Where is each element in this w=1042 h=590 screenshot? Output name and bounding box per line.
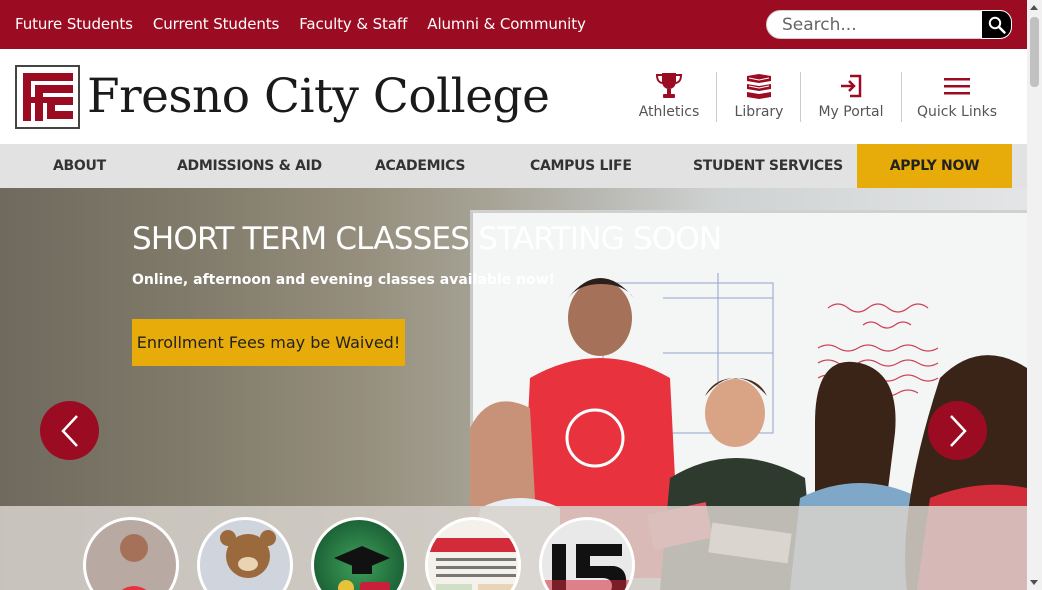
scroll-down-arrow-icon[interactable] <box>1030 580 1038 585</box>
faculty-staff-link[interactable]: Faculty & Staff <box>299 15 407 33</box>
library-label: Library <box>734 104 784 120</box>
instructor-thumbnail-image <box>120 534 148 590</box>
hero-subtitle: Online, afternoon and evening classes av… <box>132 272 555 288</box>
scroll-up-arrow-icon[interactable] <box>1030 5 1038 10</box>
books-icon <box>747 74 771 99</box>
nav-admissions-aid[interactable]: ADMISSIONS & AID <box>177 144 322 188</box>
trophy-icon <box>655 73 683 98</box>
page-scrollbar[interactable] <box>1027 0 1042 590</box>
library-link[interactable]: Library <box>731 71 787 126</box>
college-name[interactable]: Fresno City College <box>87 69 550 124</box>
future-students-link[interactable]: Future Students <box>15 15 133 33</box>
hero-slider: SHORT TERM CLASSES STARTING SOON Online,… <box>0 188 1027 590</box>
nav-student-services[interactable]: STUDENT SERVICES <box>693 144 843 188</box>
previous-slide-button[interactable] <box>40 401 99 460</box>
athletics-label: Athletics <box>638 104 700 120</box>
enrollment-fees-button[interactable]: Enrollment Fees may be Waived! <box>132 319 405 366</box>
utility-bar: Future Students Current Students Faculty… <box>0 0 1027 49</box>
fifteen-units-graphic <box>542 544 632 590</box>
nav-about[interactable]: ABOUT <box>53 144 106 188</box>
college-logo[interactable] <box>15 65 80 129</box>
search-icon <box>988 16 1006 34</box>
quick-links-label: Quick Links <box>917 104 998 120</box>
quick-links-menu[interactable]: Quick Links <box>917 71 997 126</box>
shuttle-stop-flyer-image <box>428 538 518 590</box>
athletics-link[interactable]: Athletics <box>636 71 702 126</box>
scrollbar-thumb[interactable] <box>1030 17 1039 87</box>
my-portal-label: My Portal <box>818 104 884 120</box>
search-input[interactable] <box>766 10 982 39</box>
apply-now-button[interactable]: APPLY NOW <box>857 144 1012 188</box>
current-students-link[interactable]: Current Students <box>153 15 279 33</box>
chevron-right-icon <box>949 414 967 447</box>
graduation-cap-icon <box>334 546 390 590</box>
hero-title: SHORT TERM CLASSES STARTING SOON <box>132 221 722 257</box>
nav-academics[interactable]: ACADEMICS <box>375 144 465 188</box>
divider <box>800 72 801 122</box>
divider <box>901 72 902 122</box>
search-box <box>766 10 1012 39</box>
fcc-monogram-icon <box>23 73 73 121</box>
main-nav: ABOUT ADMISSIONS & AID ACADEMICS CAMPUS … <box>0 144 1027 188</box>
ram-mascot-image <box>220 530 276 578</box>
audience-nav: Future Students Current Students Faculty… <box>15 15 606 33</box>
hamburger-menu-icon <box>944 78 970 95</box>
chevron-left-icon <box>60 414 78 447</box>
nav-campus-life[interactable]: CAMPUS LIFE <box>530 144 632 188</box>
search-button[interactable] <box>981 10 1012 39</box>
site-header: Fresno City College Athletics Library My… <box>0 49 1027 144</box>
my-portal-link[interactable]: My Portal <box>816 71 886 126</box>
divider <box>716 72 717 122</box>
alumni-community-link[interactable]: Alumni & Community <box>427 15 586 33</box>
sign-in-icon <box>841 74 862 98</box>
next-slide-button[interactable] <box>928 401 987 460</box>
